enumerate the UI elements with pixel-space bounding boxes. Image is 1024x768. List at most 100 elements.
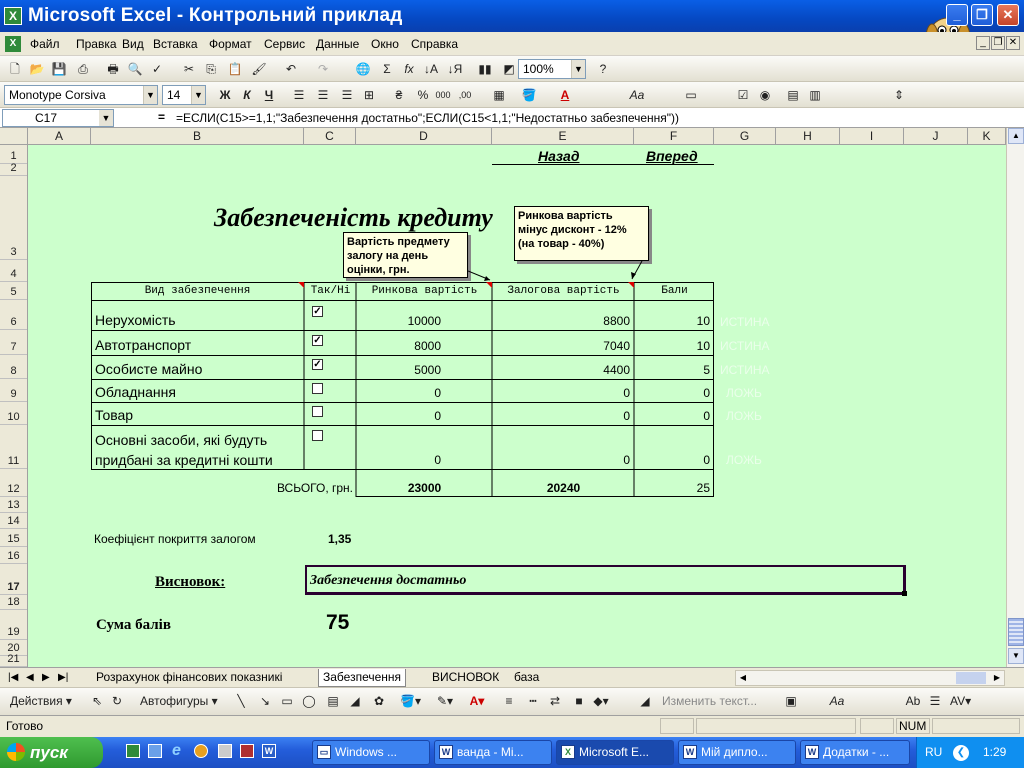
merge-center-icon[interactable]: ⊞ <box>360 85 378 105</box>
nav-back-link[interactable]: Назад <box>538 148 579 164</box>
row-header[interactable]: 10 <box>0 402 27 425</box>
row-header[interactable]: 12 <box>0 469 27 497</box>
column-header[interactable]: G <box>714 128 776 145</box>
nav-forward-link[interactable]: Вперед <box>646 148 698 164</box>
align-right-icon[interactable]: ☰ <box>338 85 356 105</box>
redo-icon[interactable]: ↷ <box>314 59 332 79</box>
format-painter-icon[interactable]: 🖌 <box>250 59 268 79</box>
menu-data[interactable]: Данные <box>316 37 359 51</box>
scroll-left-icon[interactable]: ◀ <box>736 671 750 685</box>
scroll-right-icon[interactable]: ▶ <box>990 671 1004 685</box>
line-icon[interactable]: ╲ <box>232 691 250 711</box>
arrow-icon[interactable]: ↘ <box>256 691 274 711</box>
print-icon[interactable]: 🖶 <box>104 59 122 79</box>
autoshapes-menu[interactable]: Автофигуры ▾ <box>140 691 218 711</box>
column-header[interactable]: H <box>776 128 840 145</box>
print-preview-icon[interactable]: 🔍 <box>126 59 144 79</box>
draw-actions-menu[interactable]: Действия ▾ <box>10 691 72 711</box>
select-all-corner[interactable] <box>0 128 28 145</box>
row-header[interactable]: 19 <box>0 610 27 640</box>
name-box[interactable]: C17 ▼ <box>2 109 114 127</box>
text-direction-icon[interactable]: ◢ <box>636 691 654 711</box>
rotate-icon[interactable]: ↻ <box>108 691 126 711</box>
checkbox-goods[interactable] <box>312 406 323 417</box>
row-header[interactable]: 14 <box>0 513 27 529</box>
equals-icon[interactable]: = <box>158 110 165 124</box>
checkbox-realestate[interactable]: ✓ <box>312 306 323 317</box>
row-header[interactable]: 9 <box>0 379 27 402</box>
fill-handle[interactable] <box>902 591 907 596</box>
last-sheet-icon[interactable]: ▶| <box>58 669 68 686</box>
menu-file[interactable]: Файл <box>30 37 60 51</box>
checkbox-vehicles[interactable]: ✓ <box>312 335 323 346</box>
media-quicklaunch-icon[interactable] <box>194 744 208 758</box>
oval-icon[interactable]: ◯ <box>300 691 318 711</box>
tab-conclusion[interactable]: ВИСНОВОК <box>432 669 499 686</box>
spinner-control-icon[interactable]: ⇕ <box>890 85 908 105</box>
menu-format[interactable]: Формат <box>209 37 252 51</box>
undo-icon[interactable]: ↶ <box>282 59 300 79</box>
menu-help[interactable]: Справка <box>411 37 458 51</box>
column-header[interactable]: F <box>634 128 714 145</box>
underline-button[interactable]: Ч <box>260 85 278 105</box>
autosum-icon[interactable]: Σ <box>378 59 396 79</box>
desktop-quicklaunch-icon[interactable] <box>148 744 162 758</box>
tab-financial[interactable]: Розрахунок фінансових показникі <box>96 669 282 686</box>
restore-button[interactable]: ❐ <box>971 4 993 26</box>
save-icon[interactable]: 💾 <box>50 59 68 79</box>
line-style-icon[interactable]: ≡ <box>500 691 518 711</box>
dash-style-icon[interactable]: ┅ <box>524 691 542 711</box>
sort-desc-icon[interactable]: ↓Я <box>446 59 464 79</box>
checkbox-control-icon[interactable]: ☑ <box>734 85 752 105</box>
row-header[interactable]: 4 <box>0 260 27 282</box>
clock[interactable]: 1:29 <box>983 737 1006 768</box>
row-header[interactable]: 8 <box>0 355 27 379</box>
prev-sheet-icon[interactable]: ◀ <box>26 669 34 686</box>
zoom-select[interactable]: 100% ▼ <box>518 59 586 79</box>
row-header[interactable]: 18 <box>0 595 27 610</box>
textbox-icon[interactable]: ▤ <box>324 691 342 711</box>
rectangle-icon[interactable]: ▭ <box>278 691 296 711</box>
italic-button[interactable]: К <box>238 85 256 105</box>
row-header[interactable]: 15 <box>0 529 27 547</box>
row-header[interactable]: 16 <box>0 547 27 564</box>
word-quicklaunch-icon[interactable]: W <box>262 744 276 758</box>
taskbar-item[interactable]: W Мій диплo... <box>678 740 796 765</box>
function-icon[interactable]: fx <box>400 59 418 79</box>
column-header[interactable]: C <box>304 128 356 145</box>
shadow-icon[interactable]: ■ <box>570 691 588 711</box>
taskbar-item[interactable]: ▭ Windows ... <box>312 740 430 765</box>
combo-control-icon[interactable]: ▥ <box>806 85 824 105</box>
currency-icon[interactable]: ₴ <box>390 85 408 105</box>
spacing-icon[interactable]: AV▾ <box>950 691 971 711</box>
align-icon[interactable]: ☰ <box>926 691 944 711</box>
row-header[interactable]: 13 <box>0 497 27 513</box>
tray-arrow-icon[interactable]: ❮ <box>953 745 969 761</box>
start-button[interactable]: пуск <box>0 737 103 768</box>
borders-icon[interactable]: ▦ <box>490 85 508 105</box>
checkbox-fixed-assets[interactable] <box>312 430 323 441</box>
vertical-scrollbar[interactable]: ▲ ▼ <box>1006 128 1024 667</box>
sort-asc-icon[interactable]: ↓A <box>422 59 440 79</box>
taskbar-item[interactable]: W Додатки - ... <box>800 740 910 765</box>
formula-input[interactable]: =ЕСЛИ(C15>=1,1;"Забезпечення достатньо";… <box>176 111 679 125</box>
hyperlink-icon[interactable]: 🌐 <box>354 59 372 79</box>
clipart-icon[interactable]: ✿ <box>370 691 388 711</box>
column-header[interactable]: K <box>968 128 1006 145</box>
checkbox-equipment[interactable] <box>312 383 323 394</box>
select-objects-icon[interactable]: ⇖ <box>88 691 106 711</box>
new-icon[interactable]: 🗋 <box>6 59 24 79</box>
menu-tools[interactable]: Сервис <box>264 37 305 51</box>
drawing-icon[interactable]: ◩ <box>500 59 518 79</box>
open-icon[interactable]: 📂 <box>28 59 46 79</box>
excel-icon[interactable]: X <box>4 7 22 25</box>
font-size-select[interactable]: 14 ▼ <box>162 85 206 105</box>
worksheet[interactable]: Назад Вперед Забезпеченість кредиту Варт… <box>28 145 1006 667</box>
option-control-icon[interactable]: ◉ <box>756 85 774 105</box>
thousands-icon[interactable]: 000 <box>434 85 452 105</box>
doc-close-button[interactable]: ✕ <box>1006 36 1020 50</box>
doc-restore-button[interactable]: ❐ <box>991 36 1005 50</box>
list-control-icon[interactable]: ▤ <box>784 85 802 105</box>
align-left-icon[interactable]: ☰ <box>290 85 308 105</box>
app-quicklaunch-icon[interactable] <box>240 744 254 758</box>
